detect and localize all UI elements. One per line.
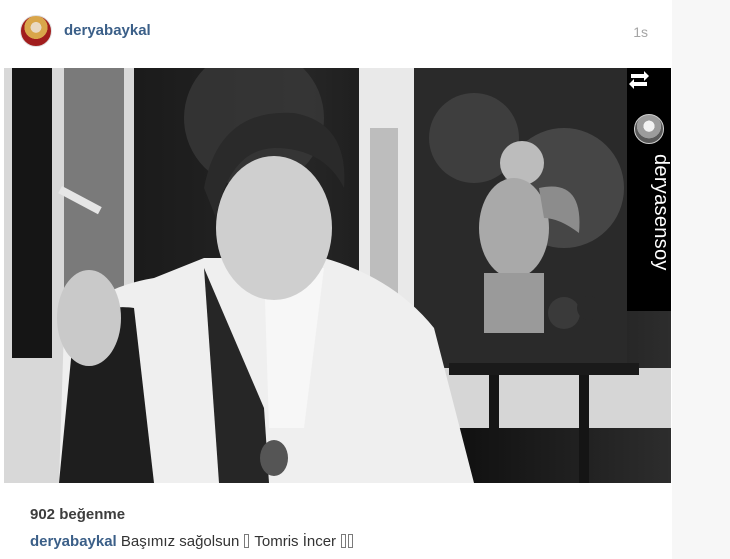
post-card: deryabaykal 1s deryasensoy 902 beğenme d…: [0, 0, 672, 559]
repost-avatar[interactable]: [634, 114, 664, 144]
repost-badge[interactable]: deryasensoy: [627, 68, 671, 311]
caption-text-part1: Başımız sağolsun: [120, 533, 240, 550]
post-header: deryabaykal 1s: [0, 0, 672, 66]
repost-icon: [629, 71, 649, 89]
caption-text-part2: Tomris İncer: [254, 533, 337, 550]
post-photo[interactable]: deryasensoy: [4, 68, 671, 483]
post-caption: deryabaykal Başımız sağolsun Tomris İnce…: [30, 533, 354, 550]
repost-username[interactable]: deryasensoy: [649, 154, 671, 271]
post-username[interactable]: deryabaykal: [64, 22, 151, 39]
likes-count[interactable]: 902 beğenme: [30, 506, 125, 523]
post-timestamp[interactable]: 1s: [633, 24, 648, 40]
missing-glyph-icon: [244, 534, 250, 548]
right-gutter: [672, 0, 730, 559]
missing-glyph-icon: [341, 534, 347, 548]
missing-glyph-icon: [348, 534, 354, 548]
photo-illustration: [4, 68, 671, 483]
user-avatar[interactable]: [20, 15, 52, 47]
caption-username[interactable]: deryabaykal: [30, 533, 117, 550]
